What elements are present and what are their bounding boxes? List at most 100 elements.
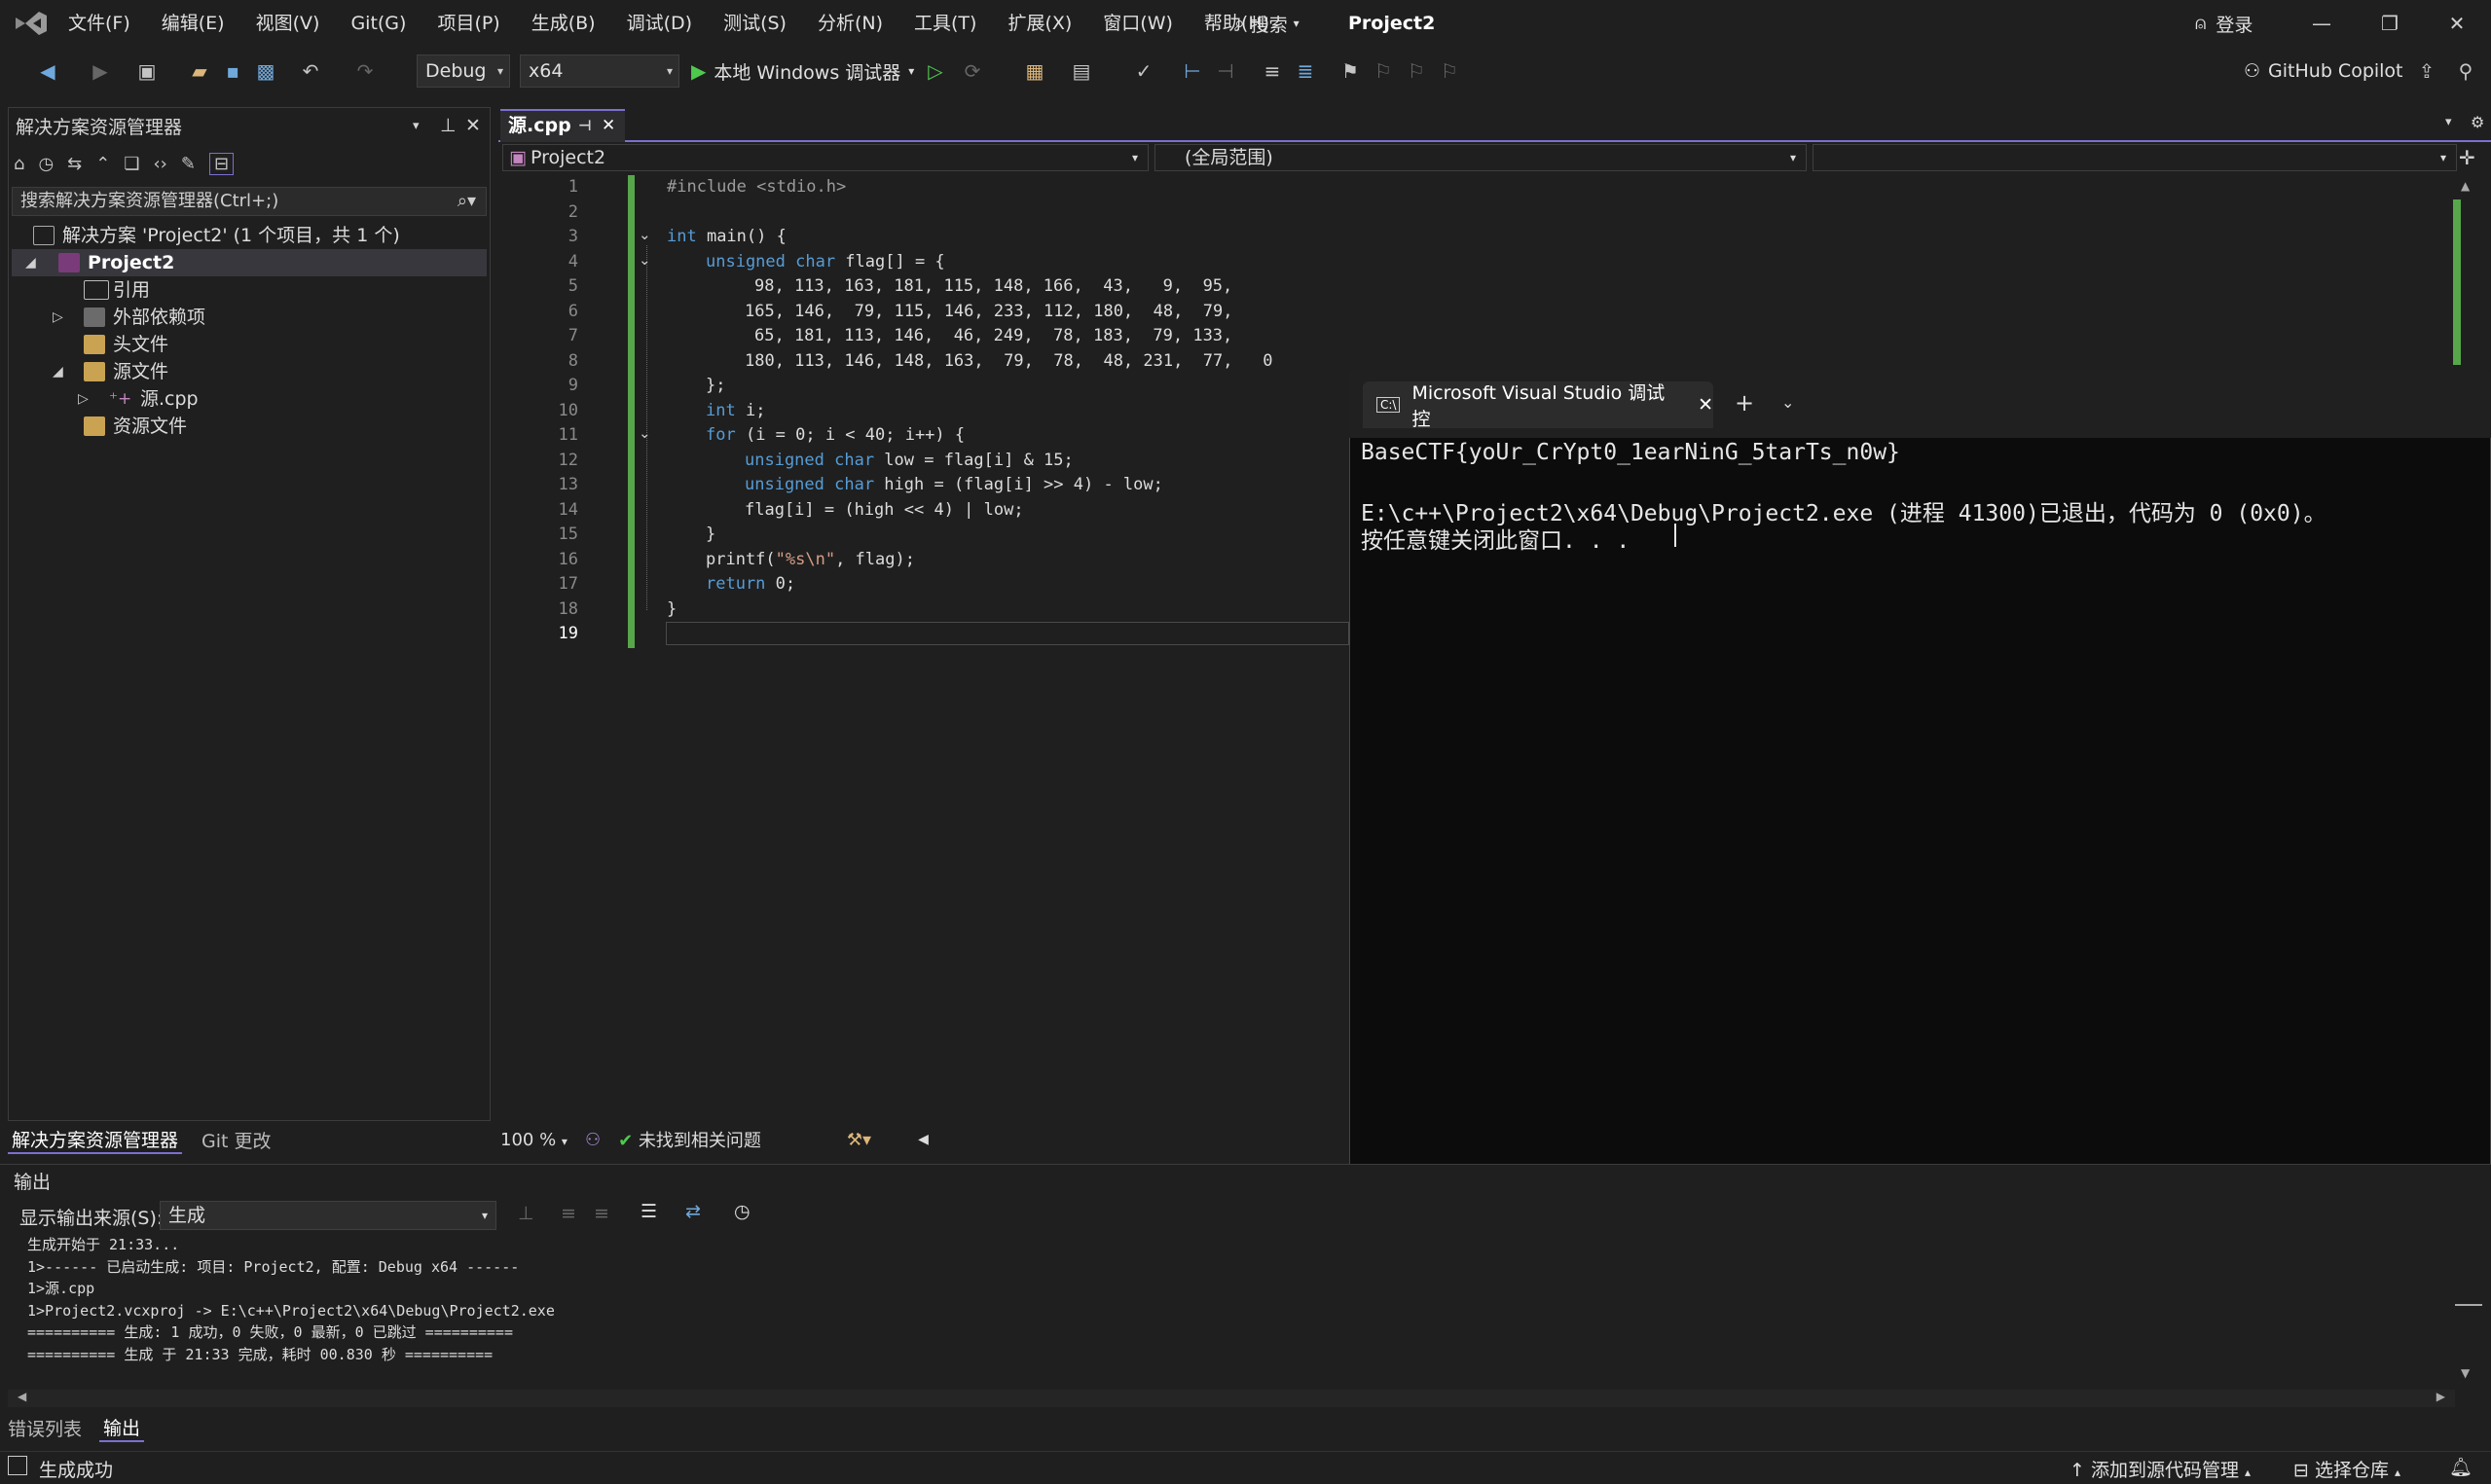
tree-headers[interactable]: 头文件 [12, 331, 487, 358]
comment-icon[interactable]: ≡ [1260, 58, 1285, 84]
menu-edit[interactable]: 编辑(E) [146, 0, 240, 47]
solution-search-input[interactable]: 搜索解决方案资源管理器(Ctrl+;) ⌕▾ [12, 187, 487, 216]
fold-icon[interactable]: ⌄ [639, 226, 651, 243]
split-editor-icon[interactable]: ✛ [2459, 146, 2475, 169]
clear-bookmarks-icon[interactable]: ⚐ [1437, 58, 1462, 84]
tree-solution[interactable]: 解决方案 'Project2' (1 个项目，共 1 个) [12, 222, 487, 249]
tree-external-deps[interactable]: ▷ 外部依赖项 [12, 304, 487, 331]
chevron-down-icon[interactable]: ▾ [2445, 115, 2452, 129]
chevron-right-icon[interactable]: ▷ [53, 309, 63, 325]
github-copilot-button[interactable]: ⚇ GitHub Copilot [2244, 54, 2403, 88]
restore-button[interactable]: ❐ [2356, 0, 2424, 47]
search-button[interactable]: ⌕ 搜索 ▾ [1225, 8, 1309, 39]
cleanup-icon[interactable]: ⚒▾ [847, 1130, 871, 1150]
find-message-icon[interactable]: ⊥ [518, 1203, 534, 1224]
menu-analyze[interactable]: 分析(N) [802, 0, 898, 47]
menu-git[interactable]: Git(G) [335, 0, 421, 47]
platform-select[interactable]: x64 ▾ [520, 54, 679, 88]
back-icon[interactable]: ◀ [35, 58, 60, 84]
step-icon[interactable]: ⊢ [1180, 58, 1205, 84]
tree-source-file[interactable]: ▷ ⁺+ 源.cpp [12, 385, 487, 413]
pin-icon[interactable]: ⊥ [440, 115, 457, 136]
chevron-down-icon[interactable]: ⌄ [1781, 393, 1794, 412]
minimize-button[interactable]: — [2288, 0, 2356, 47]
bookmark-icon[interactable]: ⚑ [1337, 58, 1363, 84]
scroll-left-icon[interactable]: ◀ [18, 1390, 26, 1403]
tree-references[interactable]: 引用 [12, 276, 487, 304]
feedback-icon[interactable]: ⚲ [2453, 58, 2478, 84]
issues-indicator[interactable]: ✔ 未找到相关问题 [618, 1127, 761, 1152]
step-over-icon[interactable]: ⊣ [1213, 58, 1238, 84]
properties-icon[interactable]: ✎ [181, 154, 196, 174]
redo-icon[interactable]: ↷ [352, 58, 378, 84]
new-project-icon[interactable]: ▣ [134, 58, 160, 84]
fold-icon[interactable]: ⌄ [639, 424, 651, 442]
layout-icon[interactable]: ▤ [1069, 58, 1094, 84]
next-message-icon[interactable]: ≡ [594, 1203, 609, 1224]
browse-folder-icon[interactable]: ▦ [1022, 58, 1047, 84]
scroll-left-icon[interactable]: ◀ [918, 1132, 929, 1147]
menu-tools[interactable]: 工具(T) [898, 0, 992, 47]
clock-icon[interactable]: ◷ [734, 1201, 751, 1222]
start-debugging-button[interactable]: ▶ 本地 Windows 调试器 ▾ [691, 54, 914, 88]
menu-file[interactable]: 文件(F) [53, 0, 146, 47]
copilot-status-icon[interactable]: ⚇ [585, 1130, 601, 1150]
preview-icon[interactable]: ⊟ [208, 152, 235, 175]
gear-icon[interactable]: ⚙ [2471, 113, 2484, 131]
output-horizontal-scrollbar[interactable]: ◀ ▶ [8, 1390, 2455, 1407]
login-button[interactable]: ⍝ 登录 [2195, 0, 2253, 47]
code-view-icon[interactable]: ‹› [153, 154, 166, 174]
new-tab-icon[interactable]: + [1735, 389, 1754, 416]
history-icon[interactable]: ◷ [38, 154, 54, 174]
save-all-icon[interactable]: ▩ [253, 58, 278, 84]
menu-view[interactable]: 视图(V) [240, 0, 336, 47]
prev-bookmark-icon[interactable]: ⚐ [1371, 58, 1396, 84]
select-repository-button[interactable]: ⊟ 选择仓库 ▴ [2293, 1456, 2400, 1482]
close-icon[interactable]: ✕ [1698, 394, 1713, 416]
chevron-down-icon[interactable]: ▾ [413, 119, 420, 133]
close-window-button[interactable]: ✕ [2423, 0, 2491, 47]
hot-reload-icon[interactable]: ⟳ [960, 58, 985, 84]
tab-source-cpp[interactable]: 源.cpp ⊣ ✕ [500, 109, 625, 142]
menu-build[interactable]: 生成(B) [516, 0, 611, 47]
save-icon[interactable]: ▪ [220, 58, 245, 84]
member-nav-select[interactable]: ▾ [1813, 144, 2457, 171]
sync-icon[interactable]: ⇆ [67, 154, 82, 174]
tree-resources[interactable]: 资源文件 [12, 413, 487, 440]
chevron-right-icon[interactable]: ▷ [78, 391, 89, 407]
menu-window[interactable]: 窗口(W) [1087, 0, 1189, 47]
forward-icon[interactable]: ▶ [88, 58, 113, 84]
next-bookmark-icon[interactable]: ⚐ [1404, 58, 1429, 84]
pin-icon[interactable]: ⊣ [578, 111, 592, 140]
project-nav-select[interactable]: ▣ Project2 ▾ [502, 144, 1149, 171]
collapse-all-icon[interactable]: ⌃ [95, 154, 110, 174]
tab-solution-explorer[interactable]: 解决方案资源管理器 [8, 1126, 183, 1154]
scroll-down-icon[interactable]: ▼ [2461, 1366, 2470, 1380]
fold-icon[interactable]: ⌄ [639, 251, 651, 269]
home-icon[interactable]: ⌂ [14, 154, 24, 174]
scope-nav-select[interactable]: (全局范围) ▾ [1154, 144, 1807, 171]
tab-output[interactable]: 输出 [99, 1414, 145, 1442]
chevron-down-icon[interactable]: ◢ [53, 364, 63, 380]
menu-project[interactable]: 项目(P) [421, 0, 515, 47]
word-wrap-icon[interactable]: ⇄ [685, 1201, 701, 1222]
tree-sources[interactable]: ◢ 源文件 [12, 358, 487, 385]
notifications-icon[interactable]: 🔔︎ [2449, 1456, 2473, 1478]
scroll-right-icon[interactable]: ▶ [2436, 1390, 2445, 1403]
menu-debug[interactable]: 调试(D) [611, 0, 708, 47]
share-icon[interactable]: ⇪ [2414, 58, 2439, 84]
configuration-select[interactable]: Debug ▾ [417, 54, 510, 88]
clear-all-icon[interactable]: ☰ [641, 1201, 657, 1222]
scrollbar-thumb[interactable] [2455, 1304, 2482, 1306]
output-source-select[interactable]: 生成 ▾ [160, 1201, 496, 1230]
console-tab[interactable]: C:\ Microsoft Visual Studio 调试控 ✕ [1363, 381, 1713, 430]
prev-message-icon[interactable]: ≡ [561, 1203, 576, 1224]
tree-project[interactable]: ◢ Project2 [12, 249, 487, 276]
tab-error-list[interactable]: 错误列表 [8, 1415, 82, 1441]
start-without-debugging-icon[interactable]: ▷ [923, 58, 948, 84]
zoom-select[interactable]: 100 % ▾ [500, 1130, 568, 1150]
close-icon[interactable]: ✕ [465, 115, 481, 136]
scroll-up-icon[interactable]: ▲ [2461, 179, 2470, 193]
show-all-files-icon[interactable]: ❏ [124, 154, 139, 174]
menu-extensions[interactable]: 扩展(X) [992, 0, 1087, 47]
